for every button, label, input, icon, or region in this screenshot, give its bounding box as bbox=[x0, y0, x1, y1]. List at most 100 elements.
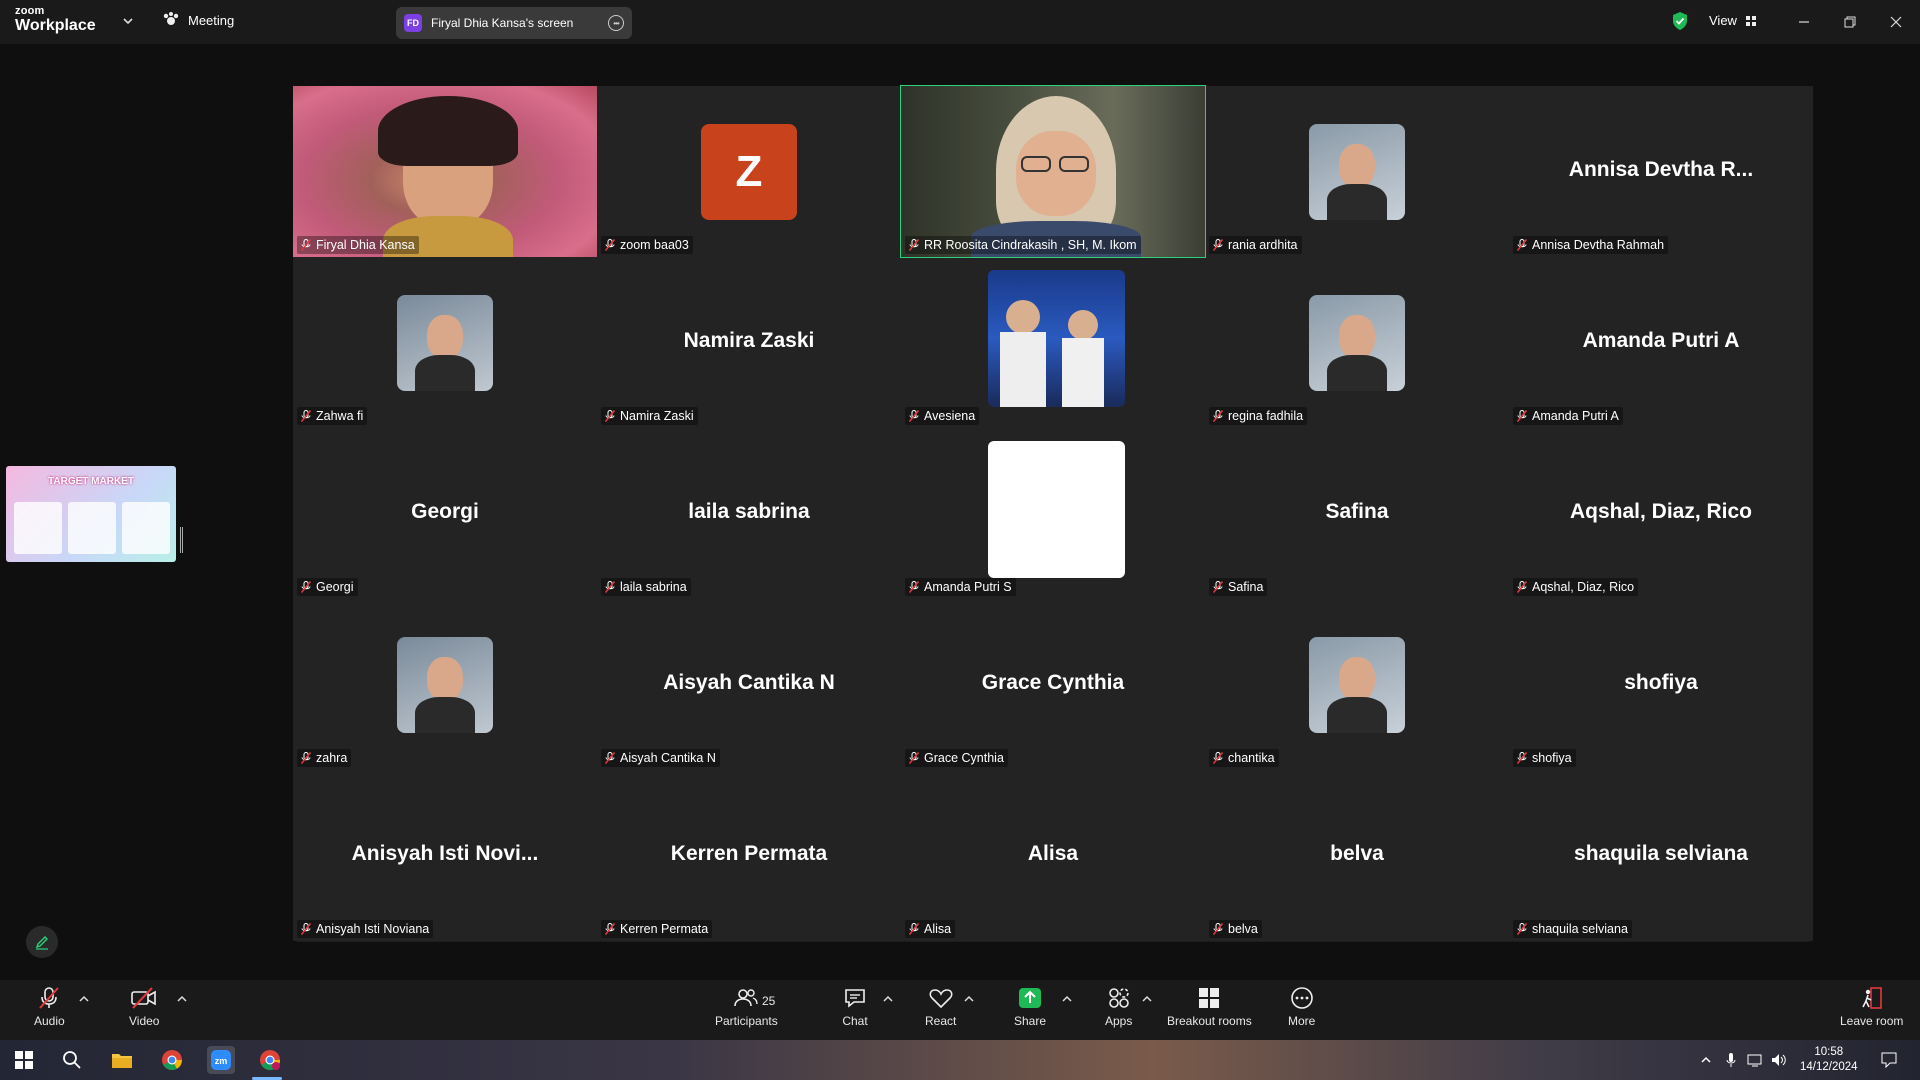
participant-name: Namira Zaski bbox=[620, 409, 694, 423]
participant-tile[interactable]: belva belva bbox=[1205, 770, 1509, 941]
thumbnail-card bbox=[14, 502, 62, 554]
participant-display-name: Georgi bbox=[411, 500, 479, 523]
participant-name-tag: Avesiena bbox=[905, 407, 980, 425]
participant-tile[interactable]: shofiya shofiya bbox=[1509, 599, 1813, 770]
gear-cluster-icon bbox=[163, 12, 179, 25]
meeting-menu-button[interactable]: Meeting bbox=[162, 12, 234, 28]
participant-display-name: Anisyah Isti Novi... bbox=[351, 842, 539, 865]
audio-label: Audio bbox=[34, 1014, 65, 1028]
restore-icon[interactable] bbox=[1840, 12, 1860, 32]
clock-time: 10:58 bbox=[1814, 1046, 1844, 1058]
title-bar: zoom Workplace Meeting FD Firyal Dhia Ka… bbox=[0, 0, 1920, 44]
participant-tile[interactable]: Georgi Georgi bbox=[293, 428, 597, 599]
network-icon[interactable] bbox=[1746, 1046, 1764, 1074]
participant-tile[interactable]: chantika bbox=[1205, 599, 1509, 770]
participant-display-name: laila sabrina bbox=[688, 500, 810, 523]
muted-mic-icon bbox=[1517, 581, 1527, 593]
participant-tile[interactable]: zahra bbox=[293, 599, 597, 770]
audio-options-caret-icon[interactable] bbox=[78, 994, 90, 1004]
notification-icon[interactable] bbox=[1875, 1046, 1903, 1074]
chevron-up-icon[interactable] bbox=[1698, 1046, 1714, 1074]
participant-tile[interactable]: regina fadhila bbox=[1205, 257, 1509, 428]
participant-display-name: Aqshal, Diaz, Rico bbox=[1569, 500, 1753, 523]
zoom-app-icon[interactable]: zm bbox=[207, 1046, 235, 1074]
participant-tile[interactable]: Amanda Putri A Amanda Putri A bbox=[1509, 257, 1813, 428]
participant-tile[interactable]: laila sabrina laila sabrina bbox=[597, 428, 901, 599]
participant-tile[interactable]: Anisyah Isti Novi... Anisyah Isti Noviana bbox=[293, 770, 597, 941]
participant-display-name: Safina bbox=[1325, 500, 1389, 523]
zoom-workplace-logo[interactable]: zoom Workplace bbox=[15, 6, 96, 34]
meeting-toolbar: Audio Video Participants 25 Chat React S… bbox=[0, 980, 1920, 1040]
search-icon[interactable] bbox=[58, 1046, 86, 1074]
video-button[interactable]: Video bbox=[129, 986, 159, 1028]
profile-photo bbox=[1309, 295, 1405, 391]
participant-tile[interactable]: shaquila selviana shaquila selviana bbox=[1509, 770, 1813, 941]
share-options-caret-icon[interactable] bbox=[1061, 994, 1073, 1004]
participant-name-tag: zoom baa03 bbox=[601, 236, 693, 254]
close-icon[interactable] bbox=[1886, 12, 1906, 32]
minimize-icon[interactable] bbox=[1794, 12, 1814, 32]
participant-tile[interactable]: Aqshal, Diaz, Rico Aqshal, Diaz, Rico bbox=[1509, 428, 1813, 599]
grid-view-icon bbox=[1745, 15, 1756, 26]
brand-big-text: Workplace bbox=[15, 17, 96, 34]
participant-tile[interactable]: Alisa Alisa bbox=[901, 770, 1205, 941]
participant-display-name: Amanda Putri A bbox=[1582, 329, 1740, 352]
participant-name: chantika bbox=[1228, 751, 1275, 765]
shared-screen-pill[interactable]: FD Firyal Dhia Kansa's screen ••• bbox=[396, 7, 632, 39]
participant-tile[interactable]: Grace Cynthia Grace Cynthia bbox=[901, 599, 1205, 770]
participant-name-tag: Georgi bbox=[297, 578, 358, 596]
apps-options-caret-icon[interactable] bbox=[1141, 994, 1153, 1004]
microphone-tray-icon[interactable] bbox=[1723, 1046, 1739, 1074]
chevron-down-icon[interactable] bbox=[121, 14, 135, 28]
participant-tile[interactable]: Zahwa fi bbox=[293, 257, 597, 428]
participant-tile[interactable]: Namira Zaski Namira Zaski bbox=[597, 257, 901, 428]
chrome-profile-icon[interactable] bbox=[256, 1046, 284, 1074]
participant-name: laila sabrina bbox=[620, 580, 687, 594]
thumbnail-card bbox=[68, 502, 116, 554]
participant-tile[interactable]: Amanda Putri S bbox=[901, 428, 1205, 599]
react-button[interactable]: React bbox=[925, 986, 956, 1028]
microphone-muted-icon bbox=[39, 987, 60, 1009]
participant-name-tag: Alisa bbox=[905, 920, 956, 938]
share-button[interactable]: Share bbox=[1014, 986, 1046, 1028]
participant-display-name: belva bbox=[1330, 842, 1384, 865]
windows-start-icon[interactable] bbox=[10, 1046, 38, 1074]
file-explorer-icon[interactable] bbox=[108, 1046, 136, 1074]
participant-name: RR Roosita Cindrakasih , SH, M. Ikom bbox=[924, 238, 1137, 252]
volume-icon[interactable] bbox=[1770, 1046, 1788, 1074]
participant-tile[interactable]: Aisyah Cantika N Aisyah Cantika N bbox=[597, 599, 901, 770]
thumbnail-resize-handle[interactable] bbox=[180, 527, 183, 553]
audio-button[interactable]: Audio bbox=[34, 986, 65, 1028]
annotate-pencil-button[interactable] bbox=[26, 926, 58, 958]
active-speaker-tile[interactable]: RR Roosita Cindrakasih , SH, M. Ikom bbox=[900, 85, 1206, 258]
chat-button[interactable]: Chat bbox=[842, 986, 868, 1028]
participant-tile[interactable]: Kerren Permata Kerren Permata bbox=[597, 770, 901, 941]
video-label: Video bbox=[129, 1014, 160, 1028]
muted-mic-icon bbox=[605, 581, 615, 593]
apps-button[interactable]: Apps bbox=[1105, 986, 1132, 1028]
more-options-icon[interactable]: ••• bbox=[608, 15, 624, 31]
muted-mic-icon bbox=[1213, 581, 1223, 593]
participant-name-tag: Amanda Putri S bbox=[905, 578, 1016, 596]
chrome-icon[interactable] bbox=[158, 1046, 186, 1074]
participant-tile[interactable]: Safina Safina bbox=[1205, 428, 1509, 599]
system-clock[interactable]: 10:58 14/12/2024 bbox=[1800, 1045, 1858, 1075]
participant-tile[interactable]: rania ardhita bbox=[1205, 86, 1509, 257]
participants-label: Participants bbox=[715, 1014, 778, 1028]
more-button[interactable]: More bbox=[1288, 986, 1315, 1028]
view-button[interactable]: View bbox=[1709, 13, 1757, 28]
shared-screen-thumbnail[interactable]: TARGET MARKET bbox=[6, 466, 176, 562]
chat-options-caret-icon[interactable] bbox=[882, 994, 894, 1004]
security-shield-icon[interactable] bbox=[1671, 11, 1689, 31]
react-options-caret-icon[interactable] bbox=[963, 994, 975, 1004]
participant-name-tag: belva bbox=[1209, 920, 1262, 938]
participant-tile[interactable]: Annisa Devtha R... Annisa Devtha Rahmah bbox=[1509, 86, 1813, 257]
muted-mic-icon bbox=[301, 410, 311, 422]
participant-tile[interactable]: Firyal Dhia Kansa bbox=[293, 86, 597, 257]
participant-name-tag: Safina bbox=[1209, 578, 1268, 596]
participant-tile[interactable]: Avesiena bbox=[901, 257, 1205, 428]
leave-room-button[interactable]: Leave room bbox=[1840, 986, 1903, 1028]
breakout-rooms-button[interactable]: Breakout rooms bbox=[1167, 986, 1252, 1028]
video-options-caret-icon[interactable] bbox=[176, 994, 188, 1004]
participant-tile[interactable]: Zzoom baa03 bbox=[597, 86, 901, 257]
